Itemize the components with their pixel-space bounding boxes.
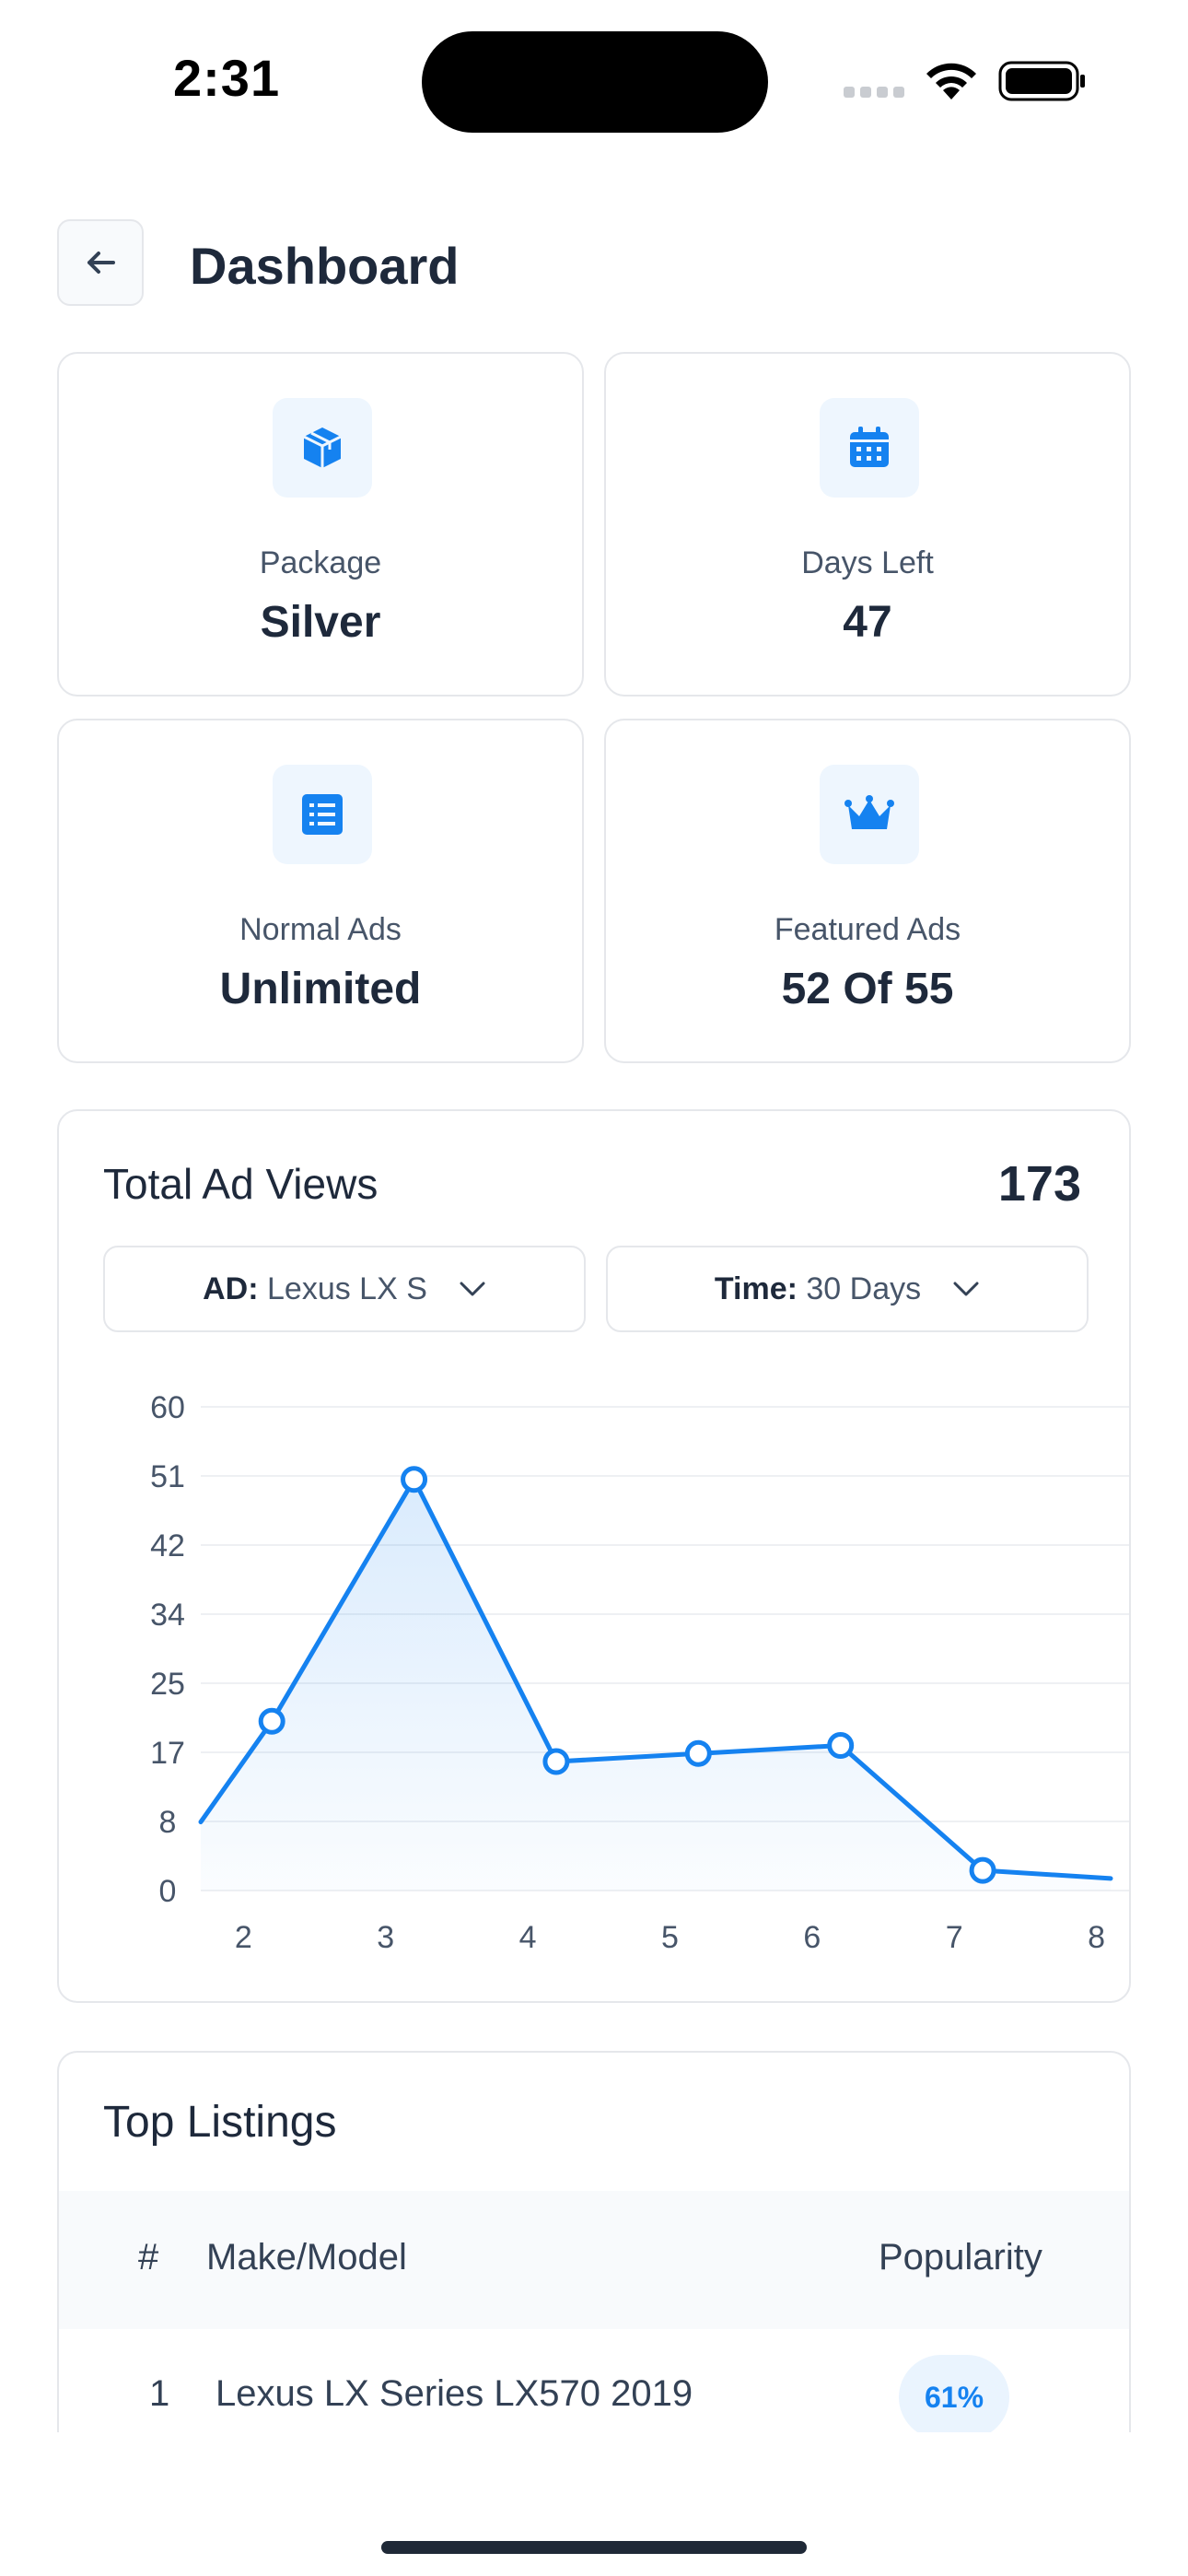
popularity-badge: 61% — [899, 2355, 1009, 2440]
y-tick-label: 8 — [159, 1805, 177, 1840]
stat-value: Unlimited — [219, 965, 422, 1013]
wifi-icon — [926, 63, 976, 100]
y-tick-label: 34 — [150, 1598, 185, 1633]
stat-label: Package — [259, 545, 382, 580]
bottom-safe-area — [0, 2432, 1188, 2576]
series-area — [201, 1479, 1111, 1891]
ad-views-chart: 081725344251602 3 4 5 6 7 8 — [150, 1390, 1129, 1955]
chevron-down-icon — [953, 1282, 979, 1296]
crown-icon-tile — [820, 765, 919, 864]
list-icon — [302, 794, 343, 835]
x-tick-label: 6 — [803, 1920, 821, 1955]
home-indicator[interactable] — [381, 2541, 807, 2554]
data-point — [827, 1732, 855, 1759]
chevron-down-icon — [460, 1282, 485, 1296]
ad-views-card: Total Ad Views 173 AD: Lexus LX S Time: … — [57, 1109, 1131, 2003]
x-tick-label: 7 — [946, 1920, 963, 1955]
x-tick-label: 3 — [377, 1920, 394, 1955]
stat-card-package: Package Silver — [57, 352, 584, 697]
row-model: Lexus LX Series LX570 2019 — [215, 2373, 693, 2414]
x-tick-label: 2 — [235, 1920, 252, 1955]
x-tick-label: 4 — [519, 1920, 537, 1955]
y-tick-label: 25 — [150, 1667, 185, 1702]
stat-value: 47 — [843, 598, 892, 647]
status-bar: 2:31 — [0, 0, 1188, 157]
stat-label: Featured Ads — [774, 912, 961, 947]
column-header-model: Make/Model — [206, 2237, 407, 2277]
y-tick-label: 51 — [150, 1459, 185, 1494]
stat-value: Silver — [260, 598, 381, 647]
time-filter-key: Time: — [714, 1270, 798, 1306]
stat-value: 52 Of 55 — [781, 965, 954, 1013]
x-tick-label: 5 — [661, 1920, 679, 1955]
stat-label: Days Left — [801, 545, 934, 580]
ad-filter-key: AD: — [203, 1270, 259, 1306]
y-tick-label: 17 — [150, 1736, 185, 1771]
chart-title: Total Ad Views — [103, 1160, 379, 1208]
row-number: 1 — [149, 2373, 170, 2414]
table-header: # Make/Model Popularity — [59, 2191, 1129, 2329]
time-filter-dropdown[interactable]: Time: 30 Days — [606, 1246, 1089, 1332]
y-tick-label: 0 — [159, 1874, 177, 1909]
y-tick-label: 42 — [150, 1528, 185, 1563]
battery-icon — [998, 61, 1085, 101]
back-button[interactable] — [57, 219, 144, 306]
dynamic-island — [422, 31, 768, 133]
data-point — [684, 1739, 712, 1767]
y-tick-label: 60 — [150, 1390, 185, 1425]
listings-title: Top Listings — [103, 2098, 337, 2147]
status-time: 2:31 — [173, 49, 281, 107]
calendar-icon — [850, 427, 889, 467]
data-point — [401, 1466, 428, 1493]
stat-label: Normal Ads — [239, 912, 402, 947]
total-views-count: 173 — [997, 1156, 1081, 1212]
column-header-popularity: Popularity — [879, 2237, 1042, 2277]
list-icon-tile — [273, 765, 372, 864]
data-point — [542, 1748, 570, 1775]
page-title: Dashboard — [190, 237, 460, 295]
package-icon-tile — [273, 398, 372, 498]
crown-icon — [844, 795, 894, 829]
arrow-left-icon — [87, 252, 115, 274]
package-icon — [303, 427, 342, 468]
column-header-number: # — [138, 2237, 159, 2277]
data-point — [969, 1856, 996, 1884]
data-point — [258, 1707, 285, 1735]
ad-filter-dropdown[interactable]: AD: Lexus LX S — [103, 1246, 586, 1332]
stat-card-days-left: Days Left 47 — [604, 352, 1131, 697]
time-filter-value: 30 Days — [806, 1270, 922, 1306]
stat-card-normal-ads: Normal Ads Unlimited — [57, 719, 584, 1063]
cellular-signal-icon — [844, 87, 904, 98]
x-tick-label: 8 — [1088, 1920, 1105, 1955]
header: Dashboard — [57, 219, 1131, 308]
ad-filter-value: Lexus LX S — [267, 1270, 427, 1306]
stat-card-featured-ads: Featured Ads 52 Of 55 — [604, 719, 1131, 1063]
calendar-icon-tile — [820, 398, 919, 498]
